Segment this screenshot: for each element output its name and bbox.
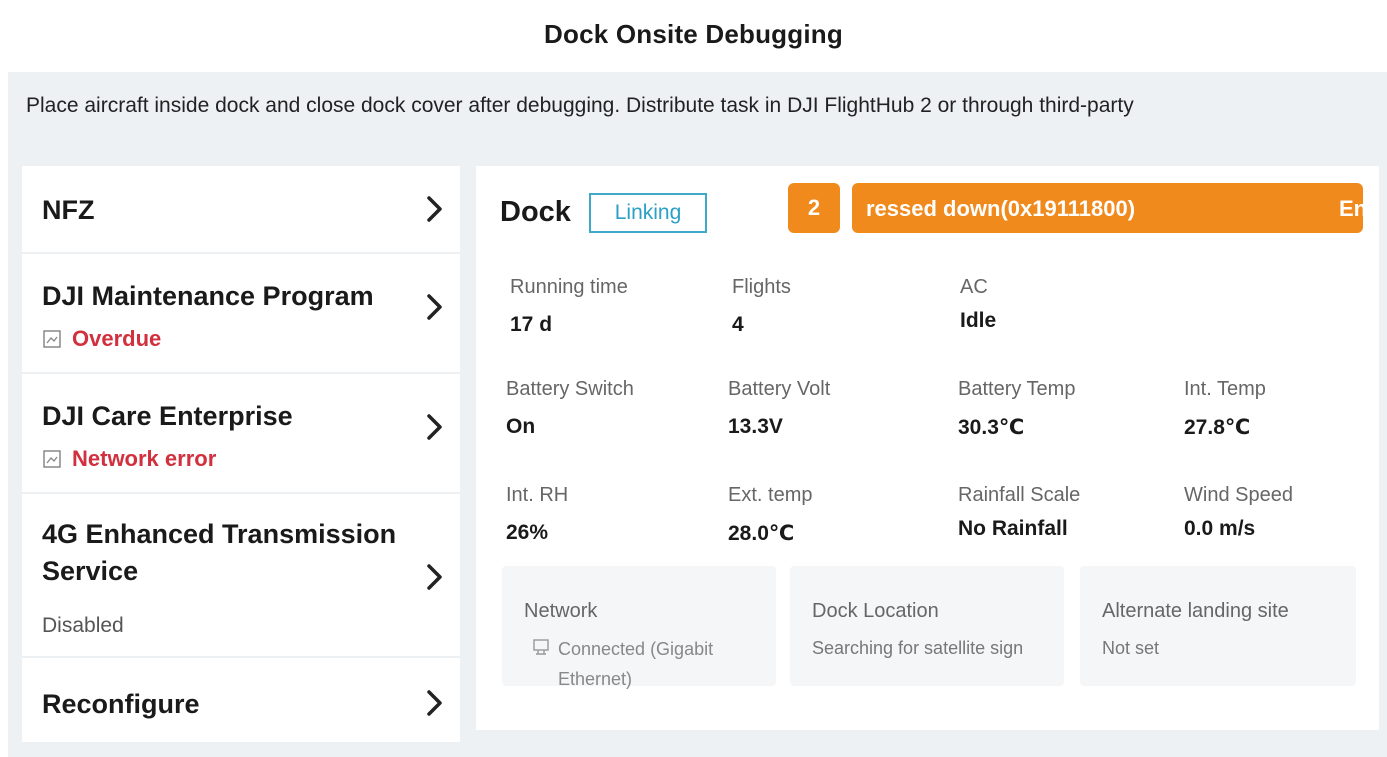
alert-banner[interactable]: ressed down(0x19111800) En bbox=[852, 183, 1363, 233]
chevron-right-icon bbox=[424, 412, 446, 442]
document-icon bbox=[42, 449, 62, 469]
alert-message-tail: En bbox=[1339, 196, 1363, 221]
stat-int-rh: Int. RH 26% bbox=[506, 484, 568, 545]
sidebar-item-care-enterprise[interactable]: DJI Care Enterprise Network error bbox=[22, 374, 460, 494]
debug-notice: Place aircraft inside dock and close doc… bbox=[26, 94, 1134, 117]
sidebar-item-label: Reconfigure bbox=[42, 689, 200, 719]
linking-badge: Linking bbox=[589, 193, 707, 233]
chevron-right-icon bbox=[424, 194, 446, 224]
page-title: Dock Onsite Debugging bbox=[544, 18, 843, 49]
stat-value: No Rainfall bbox=[958, 517, 1068, 540]
stat-wind-speed: Wind Speed 0.0 m/s bbox=[1184, 484, 1293, 541]
sidebar-item-label: DJI Care Enterprise bbox=[42, 401, 293, 431]
document-icon bbox=[42, 329, 62, 349]
stat-value: 30.3℃ bbox=[958, 416, 1025, 439]
card-label: Dock Location bbox=[812, 600, 939, 622]
stat-label: Battery Volt bbox=[728, 378, 831, 400]
stat-value: Idle bbox=[960, 309, 997, 332]
sidebar-item-reconfigure[interactable]: Reconfigure bbox=[22, 658, 460, 742]
stat-label: Rainfall Scale bbox=[958, 484, 1081, 506]
stat-label: Ext. temp bbox=[728, 484, 813, 506]
stat-label: Battery Temp bbox=[958, 378, 1076, 400]
dock-title: Dock bbox=[500, 196, 571, 228]
alert-count-badge[interactable]: 2 bbox=[788, 183, 840, 233]
status-overdue: Overdue bbox=[42, 326, 161, 352]
stat-value: On bbox=[506, 415, 536, 438]
dock-panel: Dock Linking 2 ressed down(0x19111800) E… bbox=[476, 166, 1379, 730]
alternate-landing-value: Not set bbox=[1102, 638, 1160, 658]
stat-rainfall-scale: Rainfall Scale No Rainfall bbox=[958, 484, 1080, 541]
stat-ext-temp: Ext. temp 28.0℃ bbox=[728, 484, 812, 546]
stat-int-temp: Int. Temp 27.8℃ bbox=[1184, 378, 1266, 440]
title-bar: Dock Onsite Debugging bbox=[0, 0, 1387, 68]
card-label: Network bbox=[524, 600, 598, 622]
network-card[interactable]: Network Connected (Gigabit Ethernet) bbox=[502, 566, 776, 689]
sidebar-item-4g-transmission[interactable]: 4G Enhanced Transmission Service Disable… bbox=[22, 494, 460, 658]
stat-value: 27.8℃ bbox=[1184, 416, 1251, 439]
status-network-error: Network error bbox=[42, 446, 216, 472]
chevron-right-icon bbox=[424, 292, 446, 322]
network-status: Connected (Gigabit Ethernet) bbox=[532, 634, 758, 694]
stat-battery-switch: Battery Switch On bbox=[506, 378, 634, 439]
dock-location-value: Searching for satellite sign bbox=[812, 638, 1024, 658]
sidebar: NFZ DJI Maintenance Program Overdue DJI … bbox=[22, 166, 460, 742]
ethernet-icon bbox=[532, 638, 550, 656]
stat-value: 26% bbox=[506, 521, 549, 544]
chevron-right-icon bbox=[424, 562, 446, 592]
status-disabled: Disabled bbox=[42, 614, 124, 637]
stat-label: Int. RH bbox=[506, 484, 569, 506]
stat-value: 13.3V bbox=[728, 415, 783, 438]
stat-battery-temp: Battery Temp 30.3℃ bbox=[958, 378, 1075, 440]
stat-running-time: Running time 17 d bbox=[510, 276, 628, 337]
stat-value: 28.0℃ bbox=[728, 522, 795, 545]
stat-label: Flights bbox=[732, 276, 791, 298]
sidebar-item-label: 4G Enhanced Transmission Service bbox=[42, 519, 397, 586]
stat-value: 4 bbox=[732, 313, 744, 336]
sidebar-item-maintenance-program[interactable]: DJI Maintenance Program Overdue bbox=[22, 254, 460, 374]
stat-label: Running time bbox=[510, 276, 628, 298]
stat-ac: AC Idle bbox=[960, 276, 996, 333]
stat-value: 17 d bbox=[510, 313, 553, 336]
sidebar-item-label: DJI Maintenance Program bbox=[42, 281, 374, 311]
stat-label: Battery Switch bbox=[506, 378, 634, 400]
status-text: Overdue bbox=[72, 326, 162, 351]
status-text: Network error bbox=[72, 446, 217, 471]
stat-flights: Flights 4 bbox=[732, 276, 791, 337]
sidebar-item-label: NFZ bbox=[42, 195, 95, 225]
chevron-right-icon bbox=[424, 688, 446, 718]
sidebar-item-nfz[interactable]: NFZ bbox=[22, 166, 460, 254]
alert-message: ressed down(0x19111800) bbox=[866, 196, 1136, 221]
dock-location-card[interactable]: Dock Location Searching for satellite si… bbox=[790, 566, 1064, 686]
stat-label: Int. Temp bbox=[1184, 378, 1266, 400]
alternate-landing-card[interactable]: Alternate landing site Not set bbox=[1080, 566, 1356, 686]
stat-value: 0.0 m/s bbox=[1184, 517, 1256, 540]
card-label: Alternate landing site bbox=[1102, 600, 1289, 622]
stat-label: Wind Speed bbox=[1184, 484, 1293, 506]
stat-battery-volt: Battery Volt 13.3V bbox=[728, 378, 830, 439]
stat-label: AC bbox=[960, 276, 988, 298]
network-value: Connected (Gigabit Ethernet) bbox=[558, 639, 714, 689]
